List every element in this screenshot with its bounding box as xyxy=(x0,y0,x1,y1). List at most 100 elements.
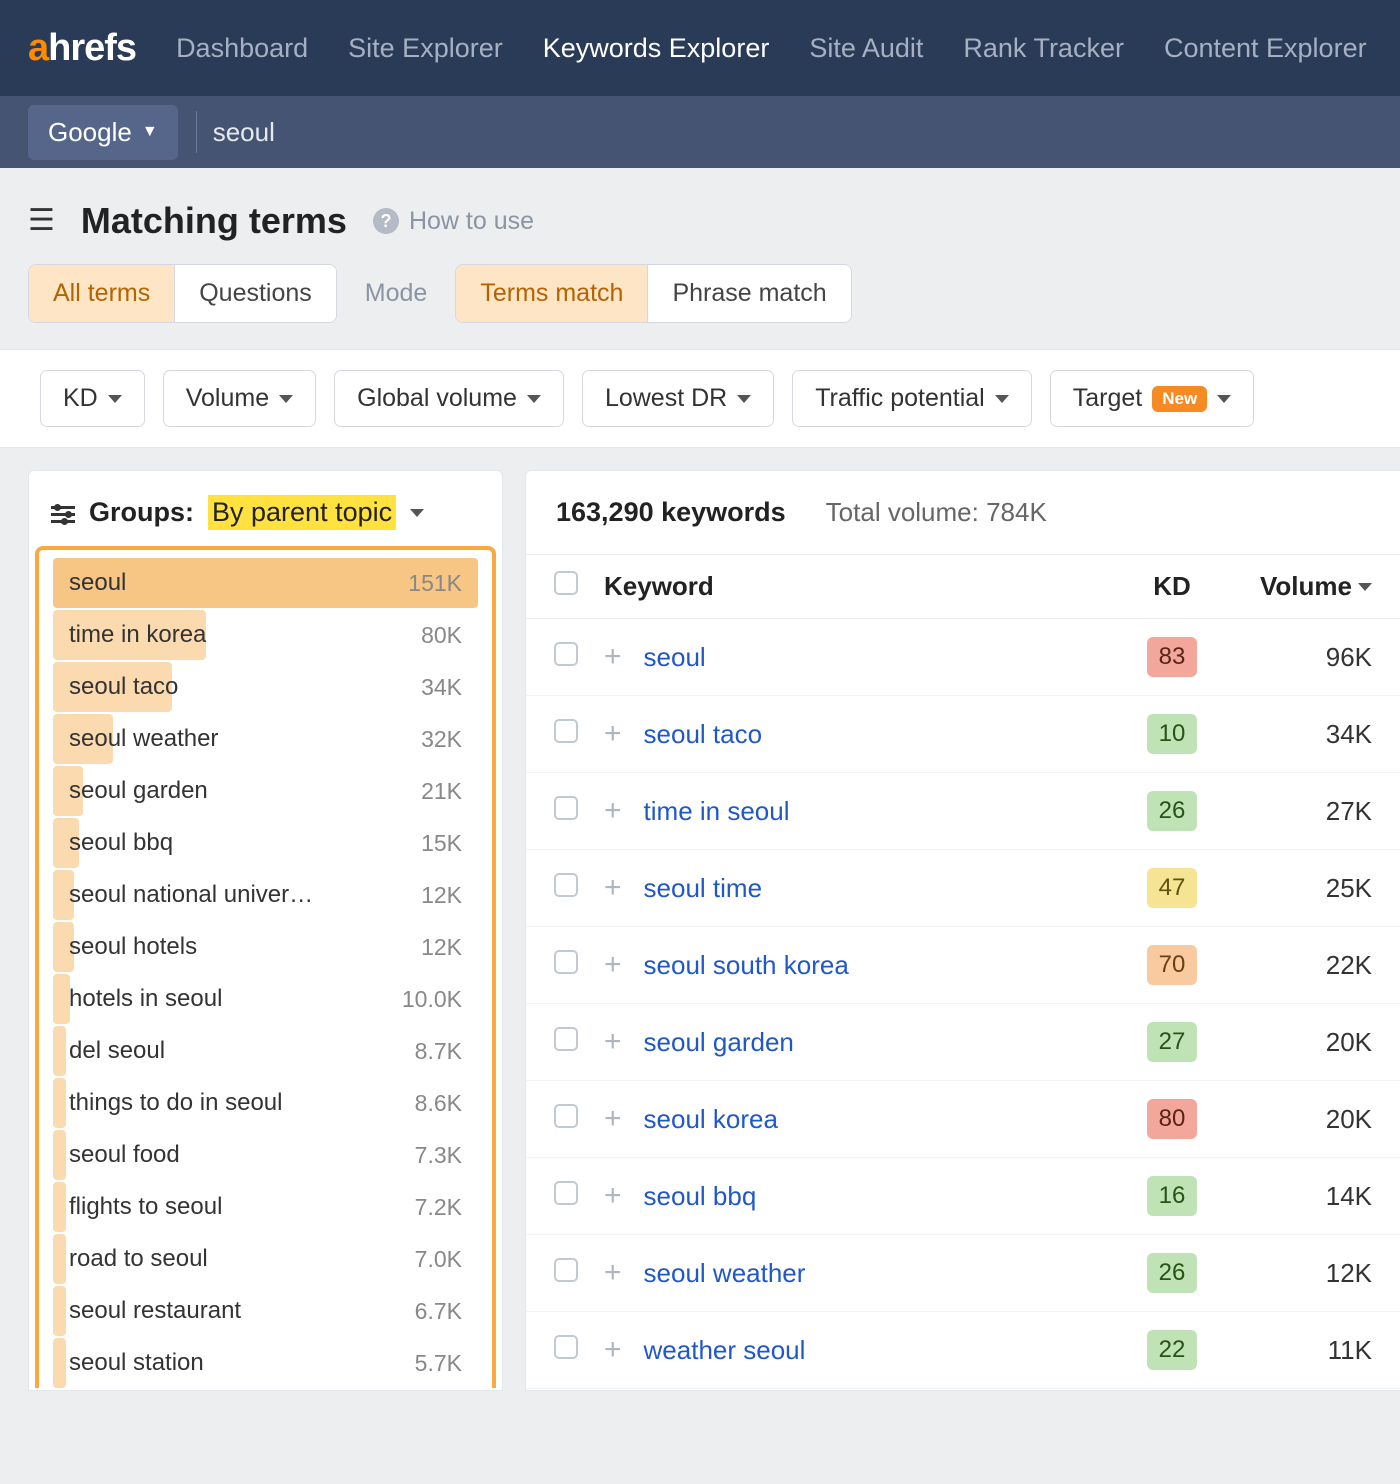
expand-icon[interactable]: + xyxy=(604,1104,622,1134)
engine-select[interactable]: Google ▼ xyxy=(28,105,178,160)
search-input[interactable]: seoul xyxy=(196,111,275,153)
group-item[interactable]: seoul restaurant6.7K xyxy=(53,1286,478,1336)
how-to-use[interactable]: ? How to use xyxy=(373,207,534,236)
filter-button[interactable]: Global volume xyxy=(334,370,564,427)
group-item[interactable]: seoul151K xyxy=(53,558,478,608)
keyword-link[interactable]: seoul weather xyxy=(644,1258,806,1289)
group-item[interactable]: flights to seoul7.2K xyxy=(53,1182,478,1232)
group-item[interactable]: seoul food7.3K xyxy=(53,1130,478,1180)
filter-button[interactable]: TargetNew xyxy=(1050,370,1254,427)
group-item[interactable]: road to seoul7.0K xyxy=(53,1234,478,1284)
group-item[interactable]: seoul hotels12K xyxy=(53,922,478,972)
nav-link[interactable]: Keywords Explorer xyxy=(543,33,770,64)
expand-icon[interactable]: + xyxy=(604,642,622,672)
row-checkbox[interactable] xyxy=(554,1027,578,1051)
expand-icon[interactable]: + xyxy=(604,950,622,980)
tab[interactable]: Terms match xyxy=(456,265,648,322)
how-to-label: How to use xyxy=(409,207,534,236)
keyword-link[interactable]: weather seoul xyxy=(644,1335,806,1366)
groups-sidebar: Groups: By parent topic seoul151Ktime in… xyxy=(28,470,503,1391)
row-checkbox[interactable] xyxy=(554,1181,578,1205)
group-item[interactable]: hotels in seoul10.0K xyxy=(53,974,478,1024)
sliders-icon xyxy=(51,502,75,524)
group-name: seoul food xyxy=(69,1141,180,1169)
group-count: 7.0K xyxy=(415,1246,462,1273)
mode-label: Mode xyxy=(365,279,428,308)
table-row: +seoul bbq1614K xyxy=(526,1158,1400,1235)
top-nav: ahrefs Dashboard Site Explorer Keywords Ex… xyxy=(0,0,1400,96)
col-keyword-header[interactable]: Keyword xyxy=(604,571,1122,602)
volume-value: 96K xyxy=(1326,642,1372,673)
groups-header[interactable]: Groups: By parent topic xyxy=(29,471,502,546)
menu-icon[interactable]: ☰ xyxy=(28,206,55,236)
engine-label: Google xyxy=(48,117,132,148)
sort-caret-icon xyxy=(1358,583,1372,591)
group-item[interactable]: seoul garden21K xyxy=(53,766,478,816)
page-title: Matching terms xyxy=(81,200,347,242)
expand-icon[interactable]: + xyxy=(604,719,622,749)
expand-icon[interactable]: + xyxy=(604,1258,622,1288)
keyword-link[interactable]: seoul taco xyxy=(644,719,763,750)
row-checkbox[interactable] xyxy=(554,1104,578,1128)
filter-button[interactable]: Volume xyxy=(163,370,316,427)
tab[interactable]: All terms xyxy=(29,265,175,322)
col-kd-header[interactable]: KD xyxy=(1122,571,1222,602)
keyword-link[interactable]: seoul time xyxy=(644,873,763,904)
group-item[interactable]: things to do in seoul 8.6K xyxy=(53,1078,478,1128)
expand-icon[interactable]: + xyxy=(604,873,622,903)
group-item[interactable]: seoul weather32K xyxy=(53,714,478,764)
group-count: 6.7K xyxy=(415,1298,462,1325)
group-item[interactable]: seoul national univer…12K xyxy=(53,870,478,920)
nav-link[interactable]: Site Audit xyxy=(809,33,923,64)
nav-link[interactable]: Rank Tracker xyxy=(963,33,1124,64)
col-volume-header[interactable]: Volume xyxy=(1222,571,1372,602)
group-item[interactable]: time in korea80K xyxy=(53,610,478,660)
group-item[interactable]: seoul taco34K xyxy=(53,662,478,712)
filter-button[interactable]: Traffic potential xyxy=(792,370,1032,427)
group-name: seoul national univer… xyxy=(69,881,313,909)
keyword-link[interactable]: seoul garden xyxy=(644,1027,794,1058)
filter-button[interactable]: KD xyxy=(40,370,145,427)
nav-link[interactable]: Site Explorer xyxy=(348,33,503,64)
tab[interactable]: Questions xyxy=(175,265,336,322)
keyword-link[interactable]: seoul south korea xyxy=(644,950,849,981)
row-checkbox[interactable] xyxy=(554,1335,578,1359)
expand-icon[interactable]: + xyxy=(604,1181,622,1211)
group-count: 151K xyxy=(408,570,462,597)
expand-icon[interactable]: + xyxy=(604,796,622,826)
filter-button[interactable]: Lowest DR xyxy=(582,370,774,427)
row-checkbox[interactable] xyxy=(554,719,578,743)
logo[interactable]: ahrefs xyxy=(28,27,136,70)
table-row: +seoul8396K xyxy=(526,619,1400,696)
group-item[interactable]: del seoul8.7K xyxy=(53,1026,478,1076)
volume-value: 22K xyxy=(1326,950,1372,981)
group-item[interactable]: seoul station5.7K xyxy=(53,1338,478,1388)
keyword-link[interactable]: seoul korea xyxy=(644,1104,778,1135)
keyword-link[interactable]: seoul xyxy=(644,642,706,673)
nav-link[interactable]: Dashboard xyxy=(176,33,308,64)
row-checkbox[interactable] xyxy=(554,950,578,974)
keyword-link[interactable]: seoul bbq xyxy=(644,1181,757,1212)
row-checkbox[interactable] xyxy=(554,873,578,897)
nav-links: Dashboard Site Explorer Keywords Explorer S… xyxy=(176,33,1367,64)
tab[interactable]: Phrase match xyxy=(648,265,850,322)
search-query: seoul xyxy=(213,117,275,148)
row-checkbox[interactable] xyxy=(554,642,578,666)
keyword-link[interactable]: time in seoul xyxy=(644,796,790,827)
tab-group-match: Terms matchPhrase match xyxy=(455,264,851,323)
logo-a: a xyxy=(28,27,48,69)
caret-down-icon xyxy=(410,509,424,517)
group-name: things to do in seoul xyxy=(69,1089,282,1117)
group-count: 12K xyxy=(421,934,462,961)
table-row: +seoul time4725K xyxy=(526,850,1400,927)
row-checkbox[interactable] xyxy=(554,1258,578,1282)
nav-link[interactable]: Content Explorer xyxy=(1164,33,1367,64)
results-header: 163,290 keywords Total volume: 784K xyxy=(526,471,1400,555)
group-count: 8.6K xyxy=(415,1090,462,1117)
group-count: 80K xyxy=(421,622,462,649)
expand-icon[interactable]: + xyxy=(604,1335,622,1365)
select-all-checkbox[interactable] xyxy=(554,571,578,595)
expand-icon[interactable]: + xyxy=(604,1027,622,1057)
group-item[interactable]: seoul bbq15K xyxy=(53,818,478,868)
row-checkbox[interactable] xyxy=(554,796,578,820)
